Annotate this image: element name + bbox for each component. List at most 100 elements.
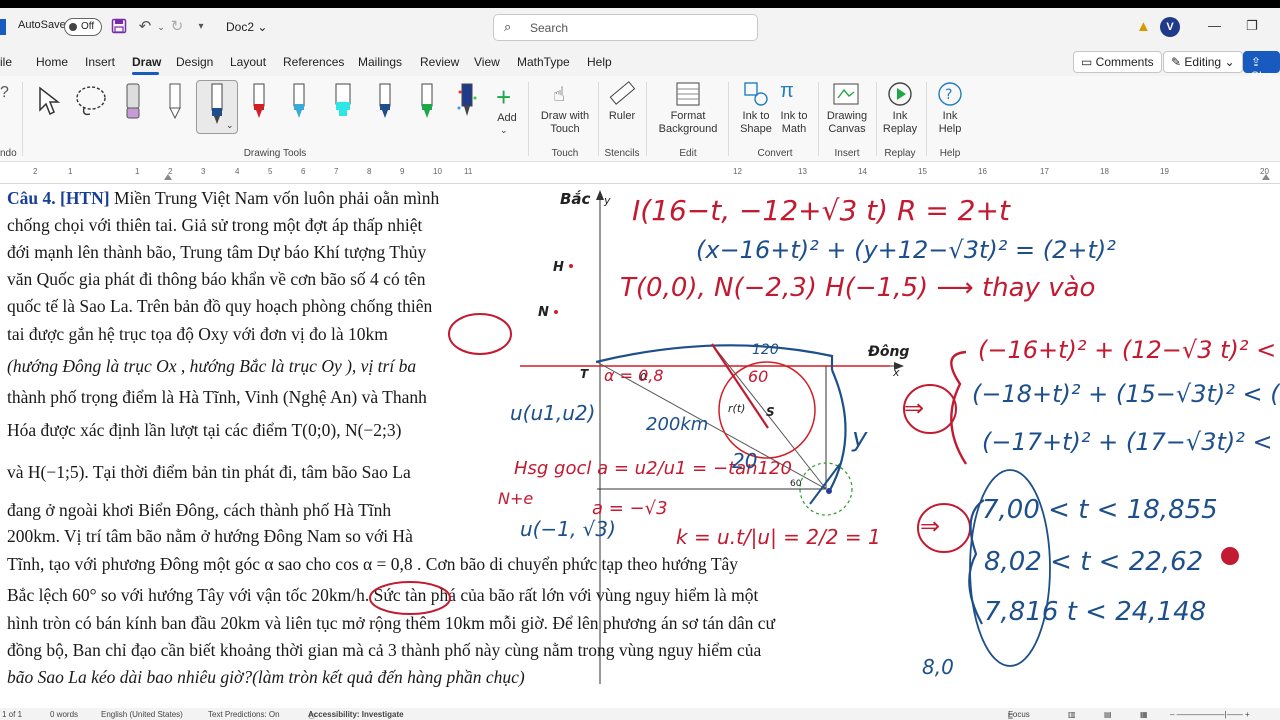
pen-red-icon[interactable] (250, 82, 268, 125)
group-separator (876, 82, 877, 156)
y-axis-arrow (596, 190, 604, 200)
point-h (569, 264, 573, 268)
group-label-edit: Edit (679, 148, 697, 159)
indent-marker[interactable] (164, 174, 172, 180)
tab-help[interactable]: Help (587, 55, 612, 69)
warning-icon[interactable]: ▲ (1136, 18, 1151, 35)
tab-draw[interactable]: Draw (132, 55, 161, 69)
share-icon: ⇪ (1251, 55, 1262, 69)
text-predictions-status[interactable]: Text Predictions: On (208, 710, 280, 719)
select-cursor-icon[interactable] (36, 86, 62, 119)
group-label-stencils: Stencils (604, 148, 640, 159)
pen-galaxy-icon[interactable] (456, 82, 478, 125)
autosave-toggle[interactable]: Off (64, 18, 102, 36)
save-icon[interactable] (110, 18, 128, 36)
format-background-icon[interactable] (674, 80, 702, 111)
focus-button[interactable]: ⌸ Focus (1008, 710, 1030, 720)
ruler-number: 19 (1160, 167, 1169, 176)
ink-ineq-1: (−16+t)² + (12−√3 t)² < (2+t (978, 336, 1280, 364)
ink-to-shape-label[interactable]: Ink to Shape (738, 110, 774, 136)
pen-lightblue-icon[interactable] (290, 82, 308, 125)
read-mode-icon[interactable]: ▥ (1068, 710, 1076, 719)
lasso-select-icon[interactable] (74, 84, 108, 121)
pen-navy-icon[interactable] (376, 82, 394, 125)
add-pen-icon[interactable]: + (496, 82, 511, 113)
chevron-down-icon[interactable]: ⌄ (226, 120, 234, 131)
ruler-number: 15 (918, 167, 927, 176)
comments-button[interactable]: ▭ Comments (1073, 51, 1162, 73)
ink-replay-label[interactable]: Ink Replay (882, 110, 918, 136)
point-n-label: N (538, 305, 549, 320)
north-label: Bắc (560, 189, 591, 208)
ink-to-shape-icon[interactable] (742, 80, 770, 111)
document-page[interactable]: Câu 4. [HTN] Miền Trung Việt Nam vốn luô… (0, 184, 1280, 708)
group-label-help: Help (939, 148, 961, 159)
document-name[interactable]: Doc2 ⌄ (226, 20, 267, 34)
drawing-canvas-label[interactable]: Drawing Canvas (824, 110, 870, 136)
ruler-number: 1 (135, 167, 140, 176)
tab-home[interactable]: Home (36, 55, 68, 69)
touch-hand-icon[interactable]: ☝ (553, 82, 565, 107)
format-background-label[interactable]: Format Background (650, 110, 726, 136)
ink-red-dot (1221, 547, 1239, 565)
language-status[interactable]: English (United States) (101, 710, 183, 719)
draw-with-touch-label[interactable]: Draw with Touch (536, 110, 594, 136)
title-bar: AutoSave Off ↶ ⌄ ↻ ▾ Doc2 ⌄ ⌕ Search ▲ V… (0, 8, 1280, 46)
horizontal-ruler[interactable]: 2 1 1 2 3 4 5 6 7 8 9 10 11 12 13 14 15 … (0, 162, 1280, 184)
ink-help-icon[interactable]: ? (936, 80, 964, 111)
avatar[interactable]: V (1160, 17, 1180, 37)
ribbon: ? ndo ⌄ + Add ⌄ Drawing Tools ☝ Draw wit… (0, 76, 1280, 162)
ink-to-math-label[interactable]: Ink to Math (776, 110, 812, 136)
redo-icon[interactable]: ↻ (168, 18, 186, 36)
tab-references[interactable]: References (283, 55, 344, 69)
tab-layout[interactable]: Layout (230, 55, 266, 69)
tab-design[interactable]: Design (176, 55, 213, 69)
restore-icon[interactable]: ❐ (1246, 18, 1258, 34)
ink-to-math-icon[interactable]: π (780, 80, 794, 103)
tab-insert[interactable]: Insert (85, 55, 115, 69)
tab-mathtype[interactable]: MathType (517, 55, 570, 69)
eraser-icon[interactable] (124, 82, 142, 125)
angle-60-label: 60 (790, 479, 802, 489)
ruler-label[interactable]: Ruler (604, 110, 640, 123)
customize-toolbar-icon[interactable]: ▾ (192, 18, 210, 36)
editing-button[interactable]: ✎ Editing ⌄ (1163, 51, 1243, 73)
tab-review[interactable]: Review (420, 55, 459, 69)
zoom-slider[interactable]: – ——————|—— + (1170, 710, 1250, 719)
group-separator (818, 82, 819, 156)
y-axis-label: y (603, 194, 611, 207)
undo-icon[interactable]: ? (0, 84, 9, 102)
pencil-tool-icon[interactable] (166, 82, 184, 125)
chevron-down-icon: ⌄ (1224, 55, 1235, 69)
pen-blue-dark-icon[interactable] (208, 82, 226, 131)
highlighter-cyan-icon[interactable] (332, 82, 354, 125)
ink-replay-icon[interactable] (886, 80, 914, 111)
group-label-drawing-tools: Drawing Tools (243, 148, 307, 159)
pen-green-icon[interactable] (418, 82, 436, 125)
print-layout-icon[interactable]: ▤ (1104, 710, 1112, 719)
group-label-replay: Replay (884, 148, 916, 159)
group-label-insert: Insert (834, 148, 860, 159)
word-count[interactable]: 0 words (50, 710, 78, 719)
accessibility-status[interactable]: ⚇ Accessibility: Investigate (308, 710, 404, 720)
ruler-icon[interactable] (608, 80, 636, 111)
ink-line-3: T(0,0), N(−2,3) H(−1,5) ⟶ thay vào (620, 273, 1095, 303)
web-layout-icon[interactable]: ▦ (1140, 710, 1148, 719)
tab-file[interactable]: ile (0, 55, 12, 69)
tab-view[interactable]: View (474, 55, 500, 69)
radius-label: r(t) (728, 402, 745, 415)
ink-help-label[interactable]: Ink Help (932, 110, 968, 136)
right-indent-marker[interactable] (1262, 174, 1270, 180)
ink-a-value: a = −√3 (592, 498, 668, 519)
ink-line-1: I(16−t, −12+√3 t) R = 2+t (632, 194, 1011, 227)
search-box[interactable]: ⌕ Search (493, 14, 758, 41)
minimize-icon[interactable]: — (1208, 18, 1221, 33)
share-button[interactable]: ⇪ Sha (1243, 51, 1280, 83)
diagram-and-ink-layer: Bắc y Đông x H N T r(t) S α 60 I(16−t, −… (369, 189, 1280, 684)
ink-deg-120: 120 (752, 342, 779, 358)
ink-deg-60: 60 (748, 367, 768, 386)
page-count[interactable]: 1 of 1 (2, 710, 22, 719)
ink-range-2: 8,02 < t < 22,62 (984, 547, 1203, 577)
drawing-canvas-icon[interactable] (832, 80, 860, 111)
tab-mailings[interactable]: Mailings (358, 55, 402, 69)
